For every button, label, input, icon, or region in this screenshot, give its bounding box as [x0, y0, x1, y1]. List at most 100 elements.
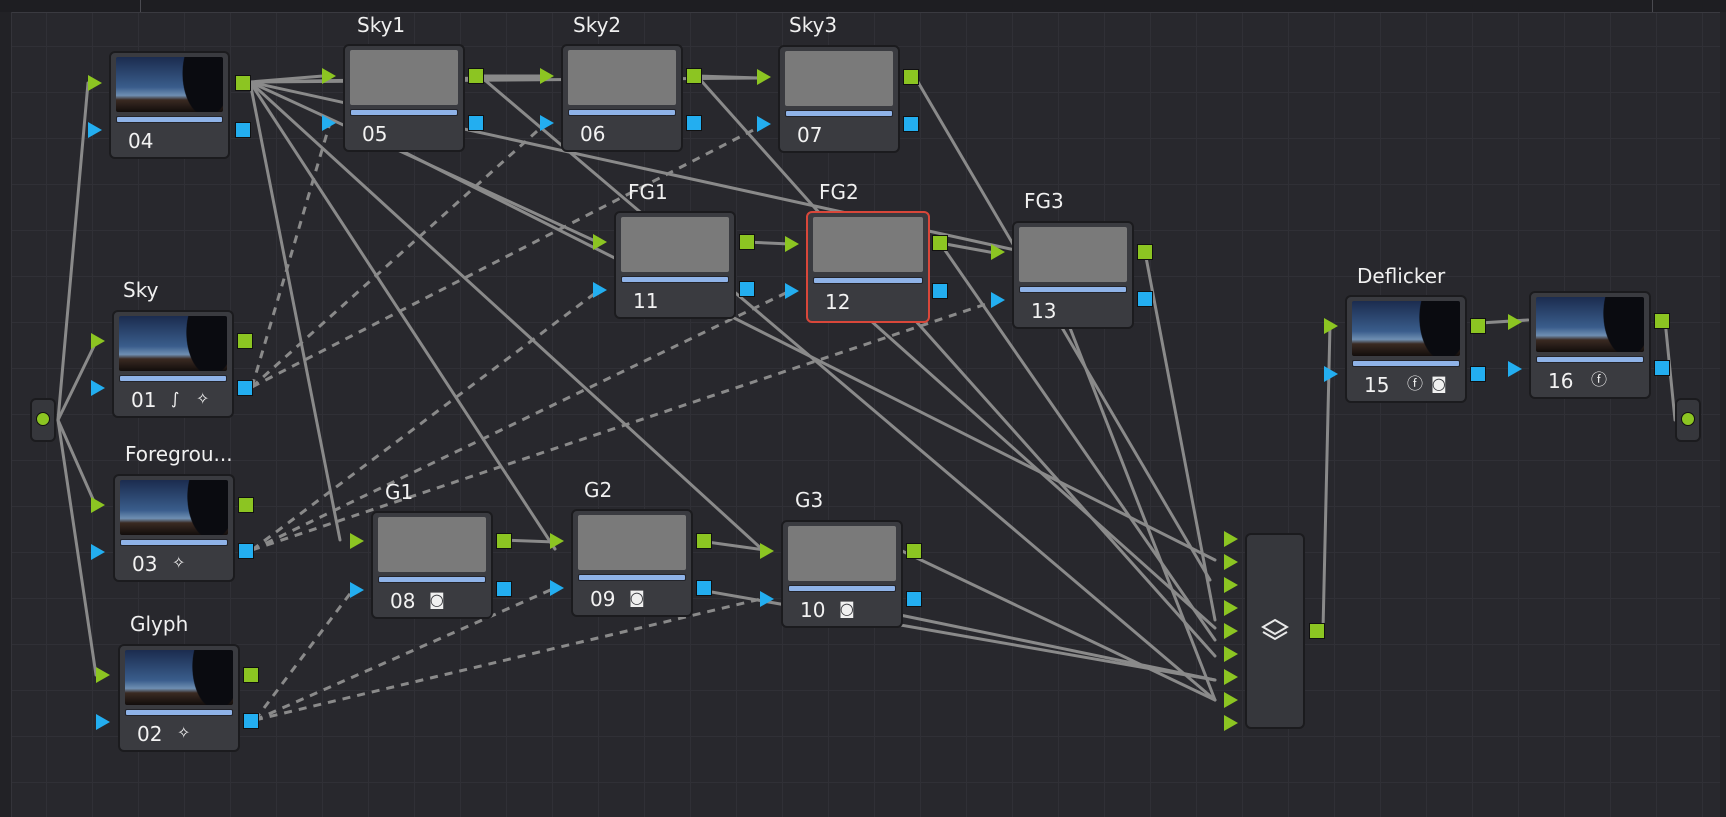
node-05[interactable]: 05 — [343, 44, 465, 152]
rgb-output[interactable] — [739, 234, 755, 250]
rgb-output[interactable] — [235, 75, 251, 91]
key-input[interactable] — [760, 591, 774, 607]
rgb-output[interactable] — [686, 68, 702, 84]
key-input[interactable] — [91, 544, 105, 560]
node-04[interactable]: 04 — [109, 51, 230, 159]
mixer-input-6[interactable] — [1224, 646, 1238, 662]
node-08[interactable]: 08 ◙ — [371, 511, 493, 619]
key-output[interactable] — [1654, 360, 1670, 376]
rgb-input[interactable] — [1324, 318, 1338, 334]
rgb-output[interactable] — [903, 69, 919, 85]
rgb-output[interactable] — [237, 333, 253, 349]
node-number: 16 — [1548, 369, 1574, 393]
node-label-g3: G3 — [795, 488, 824, 512]
mixer-input-7[interactable] — [1224, 669, 1238, 685]
key-input[interactable] — [350, 582, 364, 598]
node-15[interactable]: 15 ⓕ ◙ — [1345, 295, 1467, 403]
rgb-output[interactable] — [1654, 313, 1670, 329]
rgb-input[interactable] — [322, 68, 336, 84]
node-bar — [378, 576, 486, 583]
rgb-input[interactable] — [550, 533, 564, 549]
fx-icon: ⓕ — [1591, 370, 1608, 389]
key-output[interactable] — [243, 713, 259, 729]
key-input[interactable] — [1324, 366, 1338, 382]
mixer-input-5[interactable] — [1224, 623, 1238, 639]
layers-icon — [1261, 618, 1289, 641]
rgb-input[interactable] — [88, 75, 102, 91]
node-07[interactable]: 07 — [778, 45, 900, 153]
key-input[interactable] — [550, 580, 564, 596]
node-03[interactable]: 03 ✧ — [113, 474, 235, 582]
key-input[interactable] — [96, 714, 110, 730]
rgb-output[interactable] — [238, 497, 254, 513]
key-output[interactable] — [468, 115, 484, 131]
rgb-input[interactable] — [991, 244, 1005, 260]
node-11[interactable]: 11 — [614, 211, 736, 319]
key-output[interactable] — [235, 122, 251, 138]
node-06[interactable]: 06 — [561, 44, 683, 152]
mixer-input-3[interactable] — [1224, 577, 1238, 593]
key-input[interactable] — [785, 283, 799, 299]
key-output[interactable] — [238, 543, 254, 559]
source-output-port[interactable] — [36, 412, 50, 426]
tree-output-node[interactable] — [1675, 398, 1701, 442]
key-output[interactable] — [496, 581, 512, 597]
node-thumbnail — [378, 517, 486, 572]
node-16[interactable]: 16 ⓕ — [1529, 291, 1651, 399]
key-output[interactable] — [903, 116, 919, 132]
key-input[interactable] — [1508, 361, 1522, 377]
node-12[interactable]: 12 — [806, 211, 930, 323]
node-09[interactable]: 09 ◙ — [571, 509, 693, 617]
mixer-input-1[interactable] — [1224, 531, 1238, 547]
node-bar — [125, 709, 233, 716]
source-input-node[interactable] — [30, 398, 56, 442]
mixer-input-4[interactable] — [1224, 600, 1238, 616]
key-output[interactable] — [686, 115, 702, 131]
mixer-input-8[interactable] — [1224, 692, 1238, 708]
rgb-input[interactable] — [1508, 314, 1522, 330]
key-output[interactable] — [1470, 366, 1486, 382]
rgb-input[interactable] — [757, 69, 771, 85]
rgb-input[interactable] — [91, 497, 105, 513]
node-13[interactable]: 13 — [1012, 221, 1134, 329]
key-input[interactable] — [540, 115, 554, 131]
rgb-input[interactable] — [540, 68, 554, 84]
node-02[interactable]: 02 ✧ — [118, 644, 240, 752]
key-input[interactable] — [91, 380, 105, 396]
rgb-output[interactable] — [1137, 244, 1153, 260]
node-label-glyph: Glyph — [130, 612, 189, 636]
layer-mixer-node[interactable] — [1245, 533, 1305, 729]
node-number: 08 — [390, 589, 416, 613]
rgb-input[interactable] — [785, 236, 799, 252]
mixer-output[interactable] — [1309, 623, 1325, 639]
key-input[interactable] — [991, 292, 1005, 308]
node-10[interactable]: 10 ◙ — [781, 520, 903, 628]
rgb-output[interactable] — [1470, 318, 1486, 334]
mixer-input-2[interactable] — [1224, 554, 1238, 570]
key-input[interactable] — [88, 122, 102, 138]
key-output[interactable] — [1137, 291, 1153, 307]
rgb-output[interactable] — [906, 543, 922, 559]
key-input[interactable] — [757, 116, 771, 132]
key-input[interactable] — [322, 115, 336, 131]
key-output[interactable] — [906, 591, 922, 607]
rgb-output[interactable] — [468, 68, 484, 84]
rgb-input[interactable] — [91, 333, 105, 349]
node-01[interactable]: 01 ∫ ✧ — [112, 310, 234, 418]
rgb-input[interactable] — [593, 234, 607, 250]
rgb-output[interactable] — [932, 235, 948, 251]
rgb-input[interactable] — [760, 543, 774, 559]
rgb-input[interactable] — [96, 667, 110, 683]
rgb-output[interactable] — [696, 533, 712, 549]
key-output[interactable] — [237, 380, 253, 396]
mask-icon: ◙ — [629, 588, 645, 607]
key-input[interactable] — [593, 282, 607, 298]
rgb-input[interactable] — [350, 533, 364, 549]
key-output[interactable] — [739, 281, 755, 297]
key-output[interactable] — [696, 580, 712, 596]
rgb-output[interactable] — [496, 533, 512, 549]
key-output[interactable] — [932, 283, 948, 299]
rgb-output[interactable] — [243, 667, 259, 683]
mixer-input-9[interactable] — [1224, 715, 1238, 731]
tree-input-port[interactable] — [1681, 412, 1695, 426]
